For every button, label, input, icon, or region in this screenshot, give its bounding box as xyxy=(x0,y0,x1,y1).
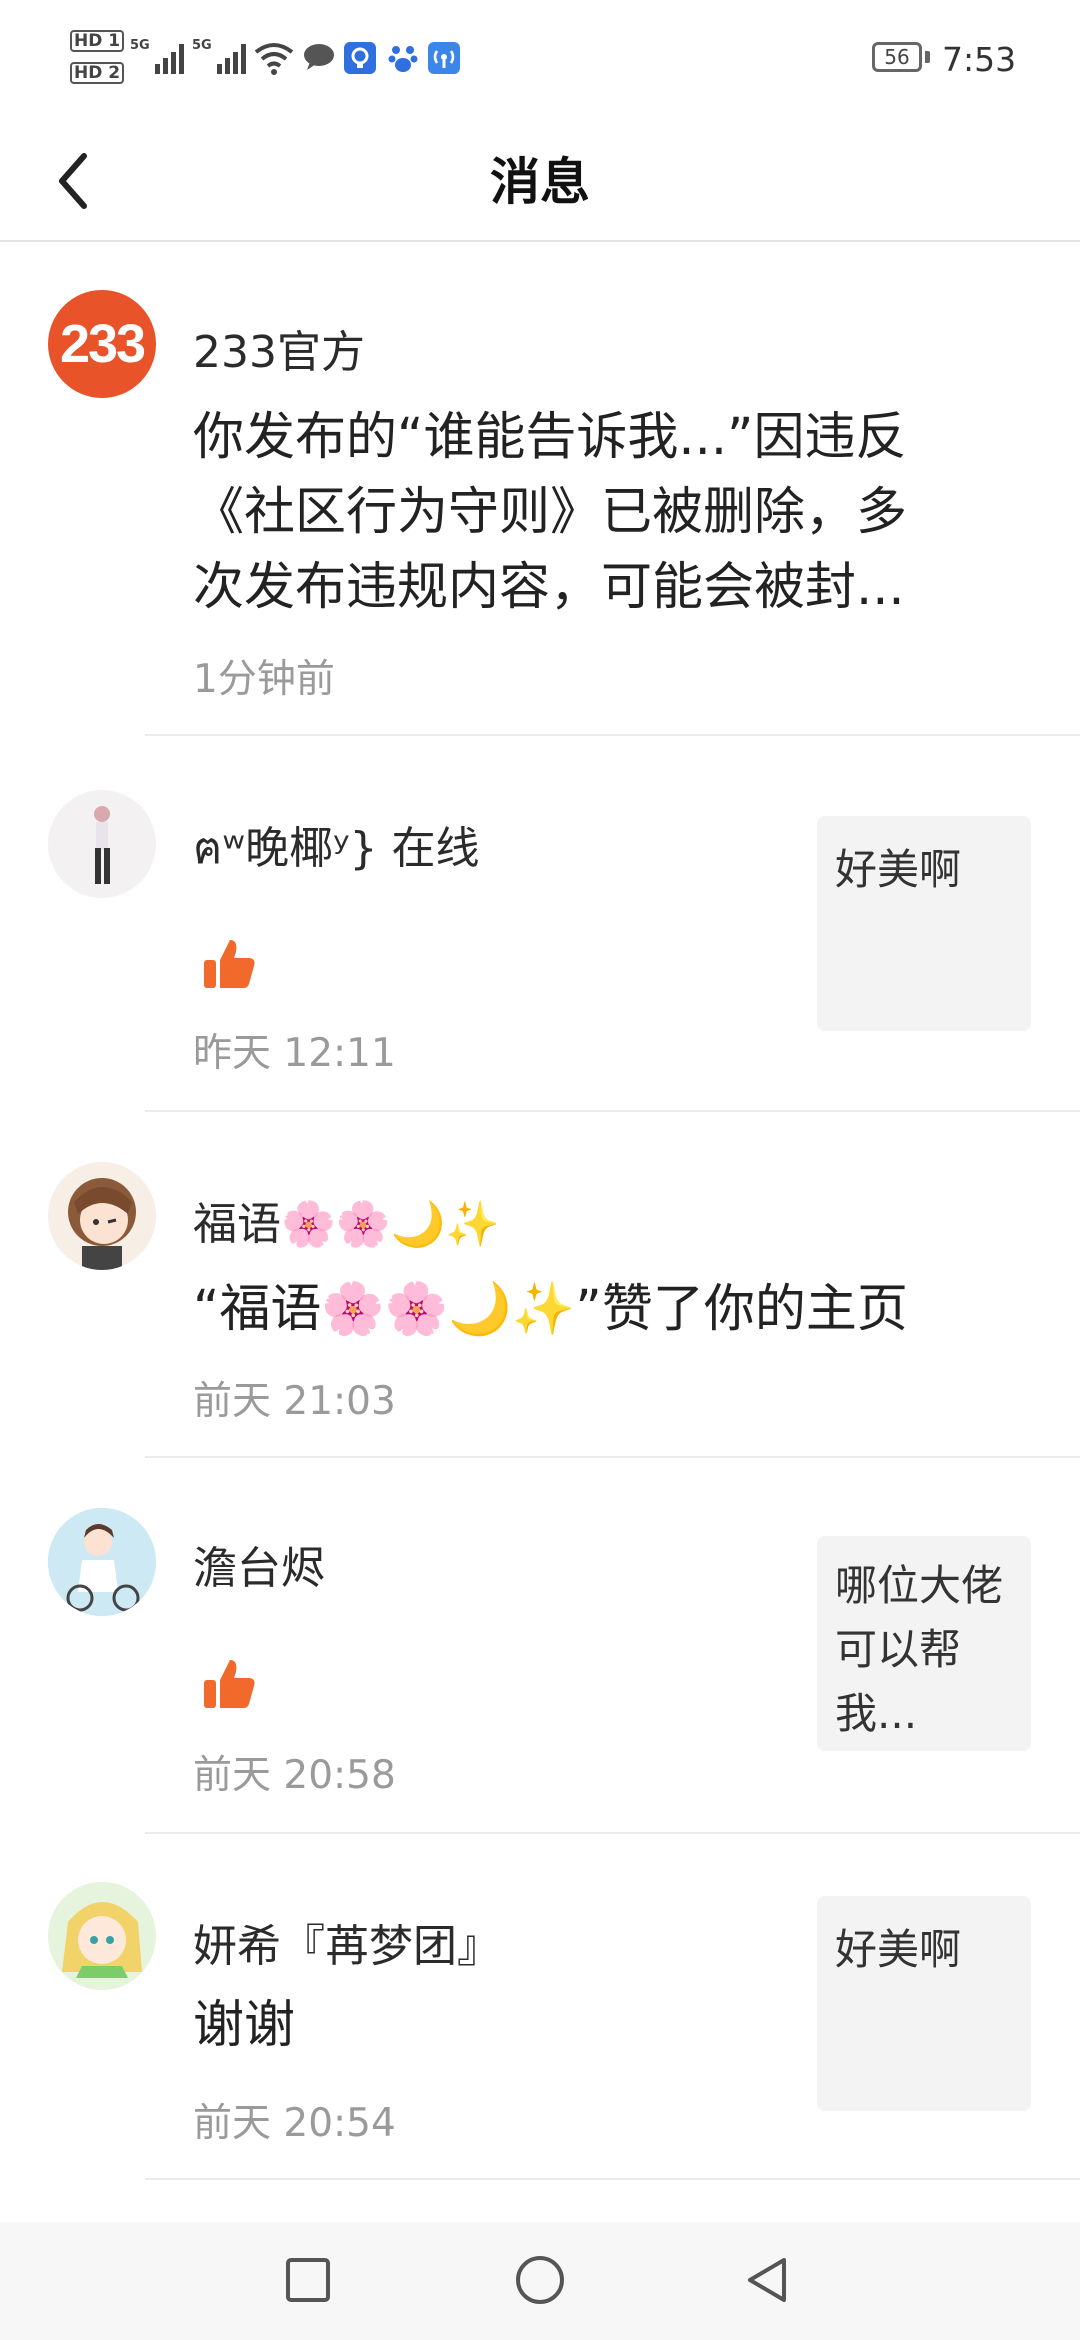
back-button[interactable] xyxy=(740,2252,796,2308)
system-nav-bar xyxy=(0,2222,1080,2340)
avatar-user xyxy=(48,1882,156,1990)
message-text: 谢谢 xyxy=(193,1996,296,2055)
post-preview[interactable]: 好美啊 xyxy=(817,1896,1031,2111)
hd-indicator-2: HD 2 xyxy=(70,62,125,84)
thumbs-up-icon xyxy=(204,940,255,989)
battery-tip xyxy=(925,51,930,63)
message-bubble-icon xyxy=(304,44,334,70)
page-title: 消息 xyxy=(490,153,590,211)
message-time: 昨天 12:11 xyxy=(193,1031,396,1076)
hotspot-icon xyxy=(428,42,460,74)
message-item-like-1[interactable]: ฅʷ晚椰ʸ} 在线 昨天 12:11 好美啊 xyxy=(0,736,1080,1112)
message-item-profile-like[interactable]: 福语🌸🌸🌙✨ “福语🌸🌸🌙✨”赞了你的主页 前天 21:03 xyxy=(0,1112,1080,1458)
message-item-official[interactable]: 233 233官方 你发布的“谁能告诉我...”因违反 《社区行为守则》已被删除… xyxy=(0,240,1080,736)
battery-icon: 56 xyxy=(872,42,922,72)
message-text-line-3: 次发布违规内容，可能会被封... xyxy=(193,558,905,617)
sender-name: 233官方 xyxy=(193,327,365,378)
app-notification-icon-1 xyxy=(344,42,376,74)
hd-indicator-1: HD 1 xyxy=(70,30,125,52)
baidu-paw-icon xyxy=(388,46,418,72)
post-preview[interactable]: 哪位大佬可以帮我... xyxy=(817,1536,1031,1751)
message-item-like-2[interactable]: 澹台烬 前天 20:58 哪位大佬可以帮我... xyxy=(0,1458,1080,1834)
message-text-line-1: 你发布的“谁能告诉我...”因违反 xyxy=(193,408,907,467)
recent-apps-button[interactable] xyxy=(280,2252,336,2308)
message-time: 1分钟前 xyxy=(193,657,335,702)
message-time: 前天 21:03 xyxy=(193,1379,396,1424)
message-time: 前天 20:58 xyxy=(193,1753,396,1798)
avatar-user xyxy=(48,1508,156,1616)
top-bar: 消息 xyxy=(0,120,1080,242)
divider xyxy=(145,2178,1080,2180)
post-preview[interactable]: 好美啊 xyxy=(817,816,1031,1031)
signal-icon-2: 5G xyxy=(192,38,246,74)
message-text-line-2: 《社区行为守则》已被删除，多 xyxy=(193,483,908,542)
avatar-official: 233 xyxy=(48,290,156,398)
sender-name: 澹台烬 xyxy=(193,1543,325,1594)
status-bar: HD 1 HD 2 5G 5G 56 7:53 xyxy=(0,0,1080,120)
sender-name: 妍希『苒梦团』 xyxy=(193,1921,501,1972)
message-time: 前天 20:54 xyxy=(193,2101,396,2146)
message-text: “福语🌸🌸🌙✨”赞了你的主页 xyxy=(193,1280,908,1339)
message-item-comment[interactable]: 妍希『苒梦团』 谢谢 前天 20:54 好美啊 xyxy=(0,1834,1080,2180)
signal-icon-1: 5G xyxy=(130,38,184,74)
clock: 7:53 xyxy=(942,40,1017,79)
sender-name: 福语🌸🌸🌙✨ xyxy=(193,1199,501,1250)
avatar-user xyxy=(48,1162,156,1270)
thumbs-up-icon xyxy=(204,1660,255,1709)
home-button[interactable] xyxy=(512,2252,568,2308)
avatar-user xyxy=(48,790,156,898)
sender-name: ฅʷ晚椰ʸ} 在线 xyxy=(193,823,480,874)
wifi-icon xyxy=(254,43,294,75)
